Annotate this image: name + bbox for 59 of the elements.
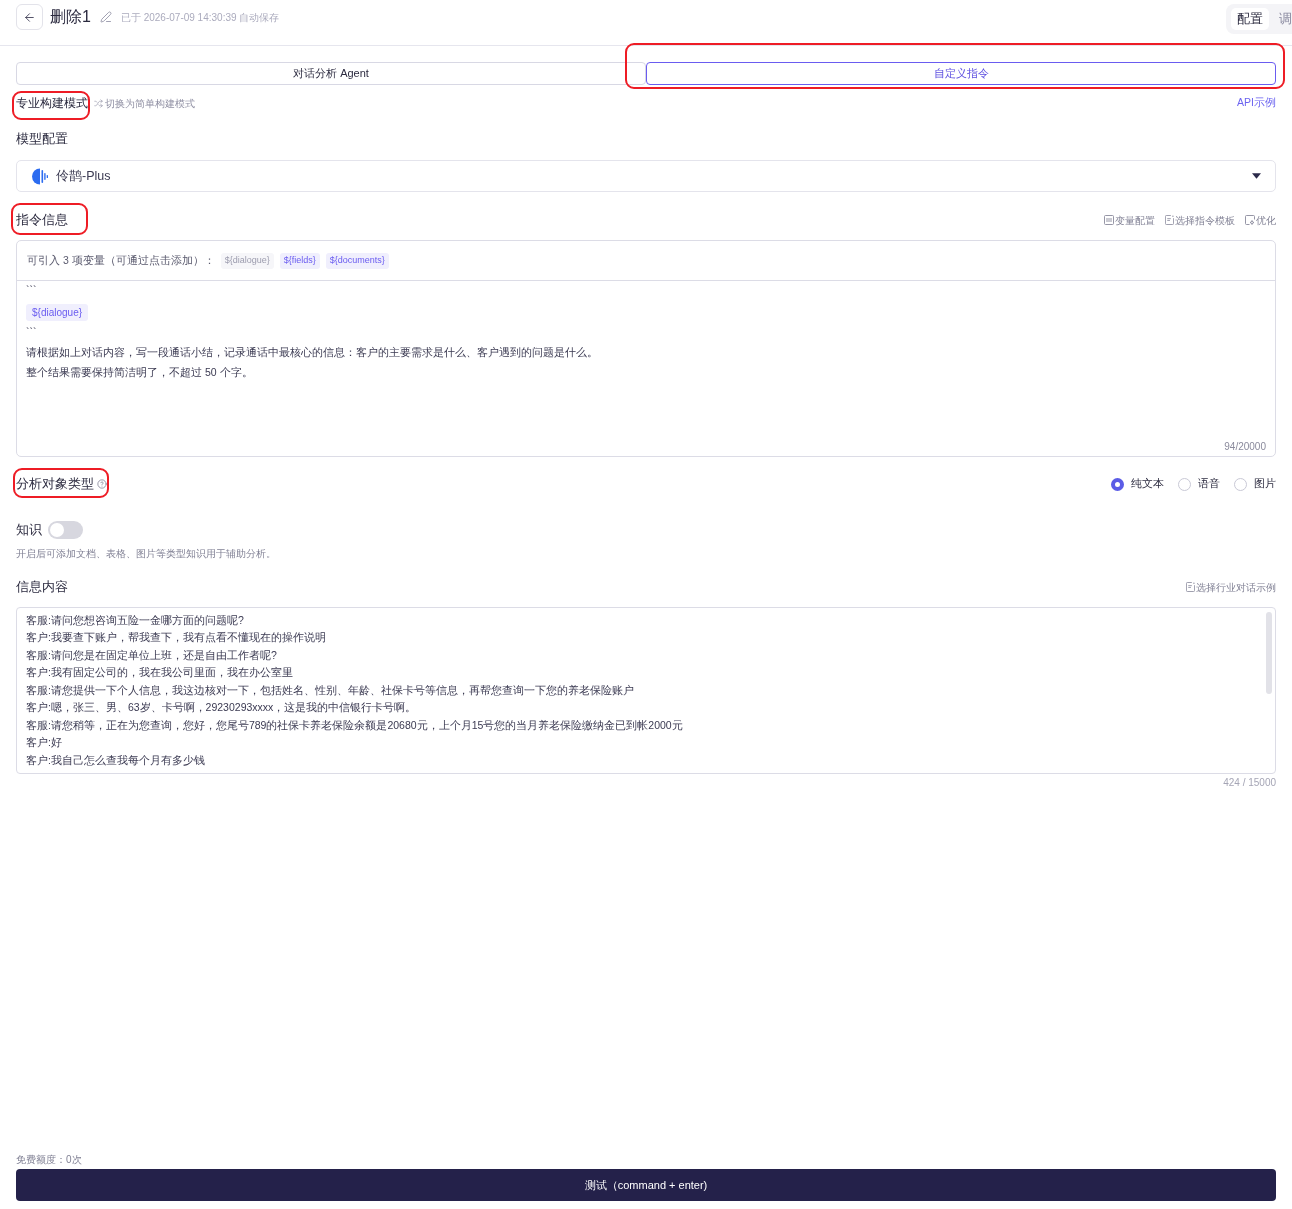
mode-tab[interactable]: 自定义指令 bbox=[646, 61, 1276, 85]
section-label: 知识 bbox=[16, 521, 42, 539]
sparkle-square-icon bbox=[1245, 215, 1255, 225]
document-icon bbox=[1186, 582, 1195, 592]
model-logo-icon bbox=[30, 166, 49, 186]
instruction-action[interactable]: 优化 bbox=[1245, 212, 1276, 228]
edit-pencil-icon[interactable] bbox=[99, 11, 112, 23]
radio-option[interactable]: 语音 bbox=[1178, 476, 1220, 492]
back-button[interactable] bbox=[16, 4, 43, 30]
editor-line: 请根据如上对话内容，写一段通话小结，记录通话中最核心的信息：客户的主要需求是什么、客户遇到的问题是什么。 bbox=[26, 345, 598, 361]
caret-down-icon bbox=[1252, 173, 1261, 179]
section-label: 模型配置 bbox=[16, 130, 68, 148]
instruction-editor[interactable]: ``` ${dialogue} ``` 请根据如上对话内容，写一段通话小结，记录通话中最核心的信息：客户的主要需求是什么、客户遇到的问题是什么。 整个结果需要保持简洁明了，不超过 50 个字。 94/20000 bbox=[17, 281, 1275, 456]
help-icon[interactable] bbox=[97, 479, 107, 489]
char-counter: 424 / 15000 bbox=[1223, 775, 1276, 790]
radio-option[interactable]: 纯文本 bbox=[1111, 476, 1164, 492]
switch-mode-link[interactable]: 切换为简单构建模式 bbox=[94, 95, 195, 111]
instruction-action[interactable]: 选择指令模板 bbox=[1165, 212, 1235, 228]
char-counter: 94/20000 bbox=[1224, 440, 1266, 454]
scrollbar[interactable] bbox=[1266, 612, 1272, 694]
section-label: 分析对象类型 bbox=[16, 475, 94, 493]
variables-hint: 可引入 3 项变量（可通过点击添加）： bbox=[27, 252, 215, 268]
model-select[interactable]: 伶鹊-Plus bbox=[16, 160, 1276, 192]
mode-tab[interactable]: 对话分析 Agent bbox=[16, 61, 646, 85]
radio-option[interactable]: 图片 bbox=[1234, 476, 1276, 492]
section-label: 指令信息 bbox=[16, 211, 68, 229]
bars-box-icon bbox=[1104, 215, 1114, 225]
variable-chip[interactable]: ${documents} bbox=[325, 252, 389, 269]
instruction-action[interactable]: 变量配置 bbox=[1104, 212, 1155, 228]
back-arrow-icon bbox=[23, 10, 36, 24]
dialogue-line: 客服:请您提供一下个人信息，我这边核对一下，包括姓名、性别、年龄、社保卡号等信息，再帮您查询一下您的养老保险账户 bbox=[26, 682, 634, 698]
test-button[interactable]: 测试（command + enter) bbox=[16, 1169, 1276, 1201]
api-example-link[interactable]: API示例 bbox=[1237, 95, 1276, 111]
dialogue-line: 客户:嗯，张三、男、63岁、卡号啊，29230293xxxx，这是我的中信银行卡号啊。 bbox=[26, 700, 417, 716]
example-link[interactable]: 选择行业对话示例 bbox=[1186, 579, 1276, 595]
variable-tag: ${dialogue} bbox=[26, 303, 89, 321]
quota-text: 免费额度：0次 bbox=[16, 1153, 82, 1167]
shuffle-icon bbox=[94, 98, 103, 108]
dialogue-line: 客服:请问您想咨询五险一金哪方面的问题呢? bbox=[26, 612, 244, 628]
page-title: 删除1 bbox=[50, 7, 91, 27]
dialogue-line: 客服:请问您是在固定单位上班，还是自由工作者呢? bbox=[26, 647, 277, 663]
dialogue-line: 客户:我自己怎么查我每个月有多少钱 bbox=[26, 752, 205, 768]
section-label: 信息内容 bbox=[16, 578, 68, 596]
build-mode-label: 专业构建模式 bbox=[16, 95, 88, 112]
knowledge-description: 开启后可添加文档、表格、图片等类型知识用于辅助分析。 bbox=[16, 547, 276, 561]
editor-line: ``` bbox=[26, 325, 37, 341]
view-tab[interactable]: 调 bbox=[1273, 8, 1292, 30]
dialogue-line: 客户:我要查下账户，帮我查下，我有点看不懂现在的操作说明 bbox=[26, 630, 326, 646]
knowledge-switch[interactable] bbox=[48, 521, 83, 539]
view-tab[interactable]: 配置 bbox=[1231, 8, 1269, 30]
dialogue-line: 客户:好 bbox=[26, 735, 62, 751]
autosave-status: 已于 2026-07-09 14:30:39 自动保存 bbox=[120, 10, 280, 25]
editor-line: ``` bbox=[26, 283, 37, 299]
variable-chip[interactable]: ${fields} bbox=[279, 252, 320, 269]
dialogue-line: 客户:我有固定公司的，我在我公司里面，我在办公室里 bbox=[26, 665, 293, 681]
editor-line: 整个结果需要保持简洁明了，不超过 50 个字。 bbox=[26, 365, 253, 381]
dialogue-line: 客服:请您稍等，正在为您查询，您好，您尾号789的社保卡养老保险余额是20680元，上个月15号您的当月养老保险缴纳金已到帐2000元 bbox=[26, 717, 683, 733]
dialogue-textarea[interactable] bbox=[16, 607, 1276, 774]
document-icon bbox=[1165, 215, 1174, 225]
